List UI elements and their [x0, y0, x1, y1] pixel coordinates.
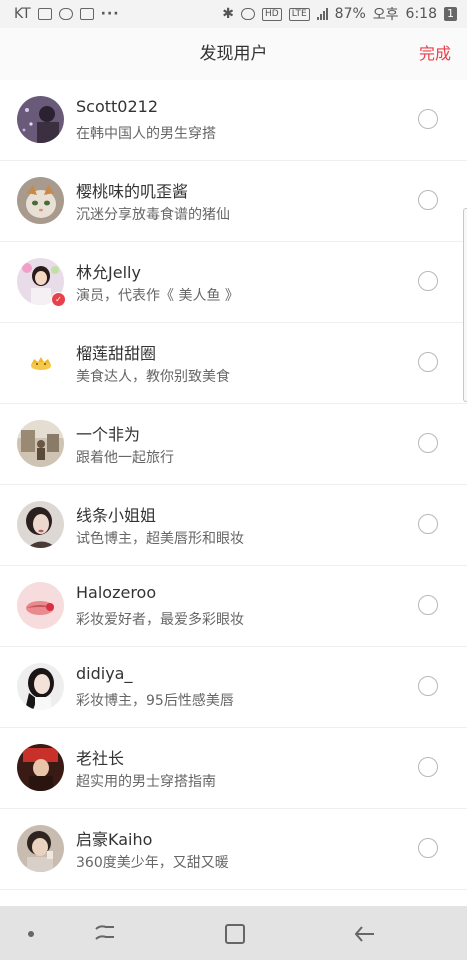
- select-radio[interactable]: [418, 271, 438, 291]
- list-item[interactable]: 一个非为 跟着他一起旅行: [0, 404, 467, 485]
- user-name: 樱桃味的叽歪酱: [76, 182, 189, 201]
- avatar: [17, 420, 64, 467]
- carrier-label: KT: [14, 6, 31, 22]
- user-name: 一个非为: [76, 425, 141, 444]
- avatar: [17, 177, 64, 224]
- dot-icon[interactable]: [6, 906, 56, 960]
- header: 发现用户 完成: [0, 28, 467, 80]
- select-radio[interactable]: [418, 109, 438, 129]
- more-notifications-icon: ···: [100, 6, 120, 22]
- user-description: 彩妆博主，95后性感美唇: [76, 693, 234, 709]
- user-description: 超实用的男士穿搭指南: [76, 774, 216, 790]
- user-name: 榴莲甜甜圈: [76, 344, 157, 363]
- verified-badge-icon: ✓: [51, 292, 66, 307]
- list-item[interactable]: ✓ 林允Jelly 演员，代表作《 美人鱼 》: [0, 242, 467, 323]
- back-icon[interactable]: [340, 906, 390, 960]
- home-icon[interactable]: [210, 906, 260, 960]
- select-radio[interactable]: [418, 676, 438, 696]
- user-list: Scott0212 在韩中国人的男生穿搭 樱桃味的叽歪酱 沉迷分享放毒食谱的猪仙…: [0, 80, 467, 890]
- user-description: 演员，代表作《 美人鱼 》: [76, 288, 239, 304]
- notification-count-badge: 1: [444, 7, 457, 21]
- list-item[interactable]: 启豪Kaiho 360度美少年，又甜又暖: [0, 809, 467, 890]
- list-item[interactable]: 榴莲甜甜圈 美食达人，教你别致美食: [0, 323, 467, 404]
- list-item[interactable]: didiya_ 彩妆博主，95后性感美唇: [0, 647, 467, 728]
- select-radio[interactable]: [418, 757, 438, 777]
- bluetooth-icon: ✱: [222, 6, 234, 22]
- list-item[interactable]: Scott0212 在韩中国人的男生穿搭: [0, 80, 467, 161]
- activity-icon: [79, 8, 94, 20]
- notification-icon: [37, 8, 52, 20]
- user-name: 线条小姐姐: [76, 506, 157, 525]
- user-description: 沉迷分享放毒食谱的猪仙: [76, 207, 230, 223]
- status-left: KT ···: [14, 6, 120, 22]
- list-item[interactable]: Halozeroo 彩妆爱好者，最爱多彩眼妆: [0, 566, 467, 647]
- select-radio[interactable]: [418, 433, 438, 453]
- user-description: 在韩中国人的男生穿搭: [76, 126, 216, 142]
- hd-icon: HD: [261, 7, 282, 21]
- user-name: Scott0212: [76, 97, 159, 116]
- avatar: [17, 825, 64, 872]
- navigation-bar: [0, 906, 467, 960]
- avatar: [17, 582, 64, 629]
- status-right: ✱ HD LTE 87% 오후 6:18 1: [222, 4, 457, 24]
- battery-level: 87%: [334, 6, 366, 22]
- user-name: 启豪Kaiho: [76, 830, 153, 849]
- avatar: [17, 744, 64, 791]
- alarm-icon: [240, 8, 255, 20]
- signal-icon: [316, 8, 328, 20]
- message-icon: [58, 8, 73, 20]
- user-description: 360度美少年，又甜又暖: [76, 855, 229, 871]
- done-button[interactable]: 完成: [419, 28, 451, 80]
- user-name: didiya_: [76, 664, 133, 683]
- select-radio[interactable]: [418, 838, 438, 858]
- scrollbar[interactable]: [463, 208, 467, 402]
- user-description: 试色博主，超美唇形和眼妆: [76, 531, 244, 547]
- avatar: [17, 96, 64, 143]
- avatar: [17, 501, 64, 548]
- select-radio[interactable]: [418, 352, 438, 372]
- list-item[interactable]: 樱桃味的叽歪酱 沉迷分享放毒食谱的猪仙: [0, 161, 467, 242]
- user-name: 林允Jelly: [76, 263, 141, 282]
- user-name: Halozeroo: [76, 583, 157, 602]
- user-description: 彩妆爱好者，最爱多彩眼妆: [76, 612, 244, 628]
- select-radio[interactable]: [418, 595, 438, 615]
- list-item[interactable]: 线条小姐姐 试色博主，超美唇形和眼妆: [0, 485, 467, 566]
- select-radio[interactable]: [418, 190, 438, 210]
- avatar: [17, 663, 64, 710]
- page-title: 发现用户: [199, 44, 268, 64]
- time-period: 오후: [372, 7, 399, 23]
- user-description: 美食达人，教你别致美食: [76, 369, 230, 385]
- select-radio[interactable]: [418, 514, 438, 534]
- network-type: LTE: [288, 7, 310, 21]
- list-item[interactable]: 老社长 超实用的男士穿搭指南: [0, 728, 467, 809]
- recent-apps-icon[interactable]: [80, 906, 130, 960]
- user-description: 跟着他一起旅行: [76, 450, 174, 466]
- user-name: 老社长: [76, 749, 125, 768]
- clock: 6:18: [405, 6, 437, 22]
- avatar: [17, 339, 64, 386]
- status-bar: KT ··· ✱ HD LTE 87% 오후 6:18 1: [0, 0, 467, 28]
